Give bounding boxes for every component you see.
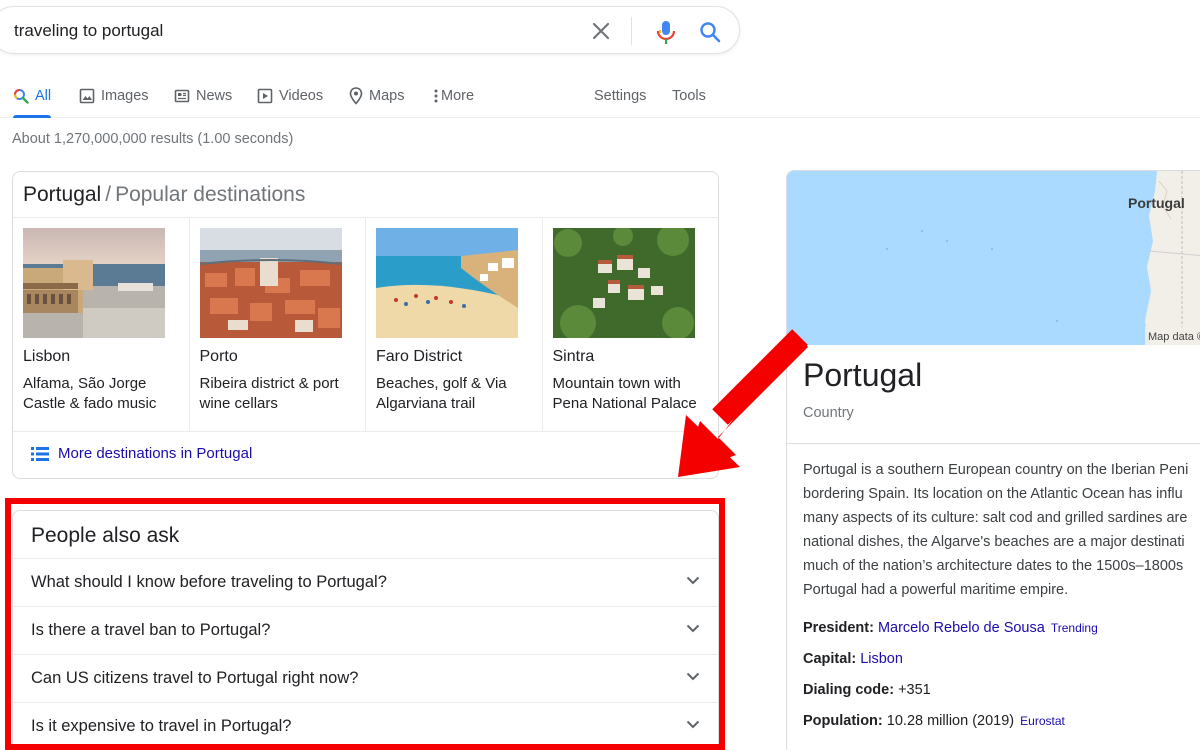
tab-maps[interactable]: Maps	[349, 74, 404, 117]
search-multicolor-icon	[13, 88, 29, 104]
lisbon-photo	[23, 228, 165, 338]
tab-videos[interactable]: Videos	[257, 74, 323, 117]
highlight-frame	[5, 498, 725, 750]
sintra-photo	[552, 228, 695, 338]
dots-vertical-icon	[434, 89, 438, 103]
search-bar	[0, 6, 740, 54]
map-pin-icon	[349, 86, 363, 105]
microphone-icon[interactable]	[655, 19, 677, 45]
tab-all[interactable]: All	[13, 74, 52, 118]
portugal-map[interactable]: Portugal Map data ©	[787, 171, 1200, 345]
tab-label: Maps	[369, 87, 405, 104]
red-arrow	[678, 329, 808, 477]
tab-tools[interactable]: Tools	[672, 74, 706, 117]
more-destinations-link[interactable]: More destinations in Portugal	[31, 445, 252, 462]
knowledge-panel-title: Portugal	[803, 357, 923, 393]
tab-label: Images	[101, 87, 149, 104]
search-icon[interactable]	[698, 20, 722, 44]
tab-label: All	[35, 87, 52, 104]
destination-desc: Alfama, São Jorge Castle & fado music	[23, 375, 157, 412]
fact-president: President: Marcelo Rebelo de Sousa Trend…	[803, 620, 1098, 636]
destination-desc: Ribeira district & port wine cellars	[199, 375, 339, 412]
faro-beach-photo	[376, 228, 518, 338]
destinations-grid: Lisbon Alfama, São Jorge Castle & fado mu…	[13, 218, 718, 432]
knowledge-panel-description: Portugal is a southern European country …	[803, 462, 1189, 598]
destinations-subtitle: Popular destinations	[115, 183, 306, 206]
map-attribution: Map data ©	[1148, 331, 1200, 343]
tab-settings[interactable]: Settings	[594, 74, 646, 117]
destination-name: Lisbon	[23, 348, 71, 365]
fact-dialing-code: Dialing code: +351	[803, 682, 931, 698]
destinations-card: Portugal / Popular destinations Lisbon Alf…	[12, 171, 719, 479]
tab-more[interactable]: More	[434, 74, 474, 117]
destinations-separator: /	[105, 183, 112, 206]
tab-label: Settings	[594, 87, 647, 104]
search-tabs: All Images News Videos Maps More Setting…	[0, 74, 1200, 118]
knowledge-panel-divider	[787, 443, 1200, 444]
destination-item-lisbon[interactable]: Lisbon Alfama, São Jorge Castle & fado mu…	[13, 218, 190, 431]
tab-label: More	[441, 87, 475, 104]
porto-photo	[199, 228, 342, 338]
close-icon[interactable]	[590, 20, 612, 42]
destination-name: Faro District	[376, 348, 463, 365]
president-link[interactable]: Marcelo Rebelo de Sousa	[878, 620, 1045, 636]
capital-link[interactable]: Lisbon	[860, 651, 903, 667]
fact-capital: Capital: Lisbon	[803, 651, 903, 667]
eurostat-link[interactable]: Eurostat	[1020, 714, 1065, 728]
list-icon	[31, 446, 49, 461]
trending-link[interactable]: Trending	[1051, 621, 1098, 635]
destination-item-porto[interactable]: Porto Ribeira district & port wine cellar…	[190, 218, 366, 431]
tab-news[interactable]: News	[174, 74, 232, 117]
map-label: Portugal	[1128, 195, 1185, 211]
tab-label: Videos	[279, 87, 324, 104]
destination-item-faro-district[interactable]: Faro District Beaches, golf & Via Algarvi…	[366, 218, 543, 431]
newspaper-icon	[174, 88, 190, 104]
destination-name: Porto	[199, 348, 238, 365]
search-divider	[631, 17, 632, 45]
search-input[interactable]	[14, 19, 554, 43]
more-destinations-label: More destinations in Portugal	[58, 445, 253, 462]
tab-label: Tools	[672, 87, 706, 104]
play-icon	[257, 88, 273, 104]
knowledge-panel: Portugal Map data © Portugal Country Por…	[786, 170, 1200, 750]
result-stats: About 1,270,000,000 results (1.00 second…	[12, 131, 294, 147]
destinations-title[interactable]: Portugal	[23, 183, 101, 206]
image-icon	[79, 88, 95, 104]
destination-desc: Beaches, golf & Via Algarviana trail	[376, 375, 507, 412]
tab-label: News	[196, 87, 233, 104]
destinations-header: Portugal / Popular destinations	[13, 172, 718, 218]
fact-population: Population: 10.28 million (2019) Eurosta…	[803, 713, 1065, 729]
tab-images[interactable]: Images	[79, 74, 149, 117]
